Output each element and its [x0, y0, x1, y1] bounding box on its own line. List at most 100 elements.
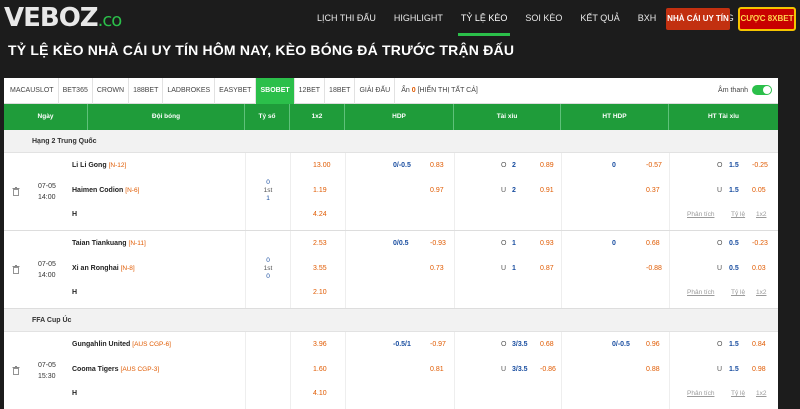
odds-1x2[interactable]: 4.10	[313, 390, 327, 397]
odds-1x2[interactable]: 4.24	[313, 211, 327, 218]
ht-hdp-odds-away[interactable]: -0.88	[646, 265, 662, 272]
hdp-odds-away[interactable]: 0.97	[430, 187, 444, 194]
over-odds[interactable]: 0.68	[540, 341, 554, 348]
under-line: 1	[512, 265, 516, 272]
under-odds[interactable]: 0.91	[540, 187, 554, 194]
ht-under-odds[interactable]: 0.05	[752, 187, 766, 194]
rate-link[interactable]: Tỷ lệ	[731, 289, 745, 296]
over-line: 2	[512, 162, 516, 169]
live-score: 0 1st 1	[262, 179, 274, 203]
ht-hdp-odds-home[interactable]: 0.96	[646, 341, 660, 348]
ht-under-label: U	[717, 265, 723, 272]
rate-link[interactable]: Tỷ lệ	[731, 390, 745, 397]
over-label: O	[501, 240, 507, 247]
hdp-odds-home[interactable]: 0.83	[430, 162, 444, 169]
match-row: 07-05 14:00 Li Li Gong [N-12] Haimen Codion…	[4, 153, 778, 231]
home-team-rank: [N-12]	[108, 162, 127, 169]
match-time: 14:00	[38, 272, 56, 279]
over-line: 3/3.5	[512, 341, 528, 348]
under-odds[interactable]: 0.87	[540, 265, 554, 272]
rate-link[interactable]: Tỷ lệ	[731, 211, 745, 218]
x12-link[interactable]: 1x2	[756, 289, 766, 296]
ht-under-odds[interactable]: 0.98	[752, 366, 766, 373]
bookmaker-tab-3[interactable]: 188BET	[129, 78, 164, 104]
analysis-link[interactable]: Phân tích	[687, 211, 714, 218]
analysis-link[interactable]: Phân tích	[687, 390, 714, 397]
analysis-link[interactable]: Phân tích	[687, 289, 714, 296]
under-odds[interactable]: -0.86	[540, 366, 556, 373]
nav-item-2[interactable]: TỶ LỆ KÈO	[452, 0, 517, 36]
odds-1x2[interactable]: 2.53	[313, 240, 327, 247]
odds-1x2[interactable]: 13.00	[313, 162, 331, 169]
hdp-odds-home[interactable]: -0.93	[430, 240, 446, 247]
trash-icon[interactable]	[12, 187, 20, 196]
column-divider	[669, 231, 670, 308]
x12-link[interactable]: 1x2	[756, 211, 766, 218]
ht-hdp-odds-away[interactable]: 0.88	[646, 366, 660, 373]
ht-over-odds[interactable]: -0.23	[752, 240, 768, 247]
ht-over-line: 1.5	[729, 341, 739, 348]
odds-1x2[interactable]: 3.55	[313, 265, 327, 272]
top-navbar: VEBOZ.co LỊCH THI ĐẤU HIGHLIGHT TỶ LỆ KÈO S…	[0, 0, 800, 36]
ht-hdp-line: 0/-0.5	[612, 341, 630, 348]
hdp-line: 0/0.5	[393, 240, 409, 247]
odds-1x2[interactable]: 1.19	[313, 187, 327, 194]
league-header: Hạng 2 Trung Quốc	[4, 130, 778, 153]
ht-over-odds[interactable]: -0.25	[752, 162, 768, 169]
nav-item-4[interactable]: KẾT QUẢ	[571, 0, 628, 36]
odds-1x2[interactable]: 1.60	[313, 366, 327, 373]
sound-setting: Âm thanh	[718, 85, 772, 95]
over-odds[interactable]: 0.93	[540, 240, 554, 247]
show-all-link[interactable]: [HIỂN THỊ TẤT CẢ]	[418, 87, 478, 94]
odds-1x2[interactable]: 3.96	[313, 341, 327, 348]
trash-icon[interactable]	[12, 366, 20, 375]
hdp-odds-away[interactable]: 0.81	[430, 366, 444, 373]
trash-icon[interactable]	[12, 265, 20, 274]
header-ht-hdp: HT HDP	[561, 104, 669, 130]
bookmaker-tab-1[interactable]: BET365	[59, 78, 93, 104]
nav-item-3[interactable]: SOI KÈO	[516, 0, 571, 36]
bookmaker-tab-5[interactable]: EASYBET	[215, 78, 257, 104]
nav-item-0[interactable]: LỊCH THI ĐẤU	[308, 0, 385, 36]
over-odds[interactable]: 0.89	[540, 162, 554, 169]
home-team[interactable]: Taian Tiankuang [N-11]	[72, 240, 146, 247]
bookmaker-tab-6[interactable]: SBOBET	[256, 78, 295, 104]
hdp-odds-home[interactable]: -0.97	[430, 341, 446, 348]
ht-hdp-odds-home[interactable]: -0.57	[646, 162, 662, 169]
nav-item-1[interactable]: HIGHLIGHT	[385, 0, 452, 36]
nav-item-5[interactable]: BXH	[629, 0, 666, 36]
header-over-under: Tài xỉu	[454, 104, 561, 130]
bookmaker-tab-2[interactable]: CROWN	[93, 78, 130, 104]
ht-over-odds[interactable]: 0.84	[752, 341, 766, 348]
sound-toggle[interactable]	[752, 85, 772, 95]
ht-hdp-odds-home[interactable]: 0.68	[646, 240, 660, 247]
match-date: 07-05	[38, 362, 56, 369]
draw-label: H	[72, 289, 78, 296]
home-team[interactable]: Gungahlin United [AUS CGP-6]	[72, 341, 171, 348]
x12-link[interactable]: 1x2	[756, 390, 766, 397]
score-part: 1	[266, 195, 270, 202]
bookmaker-tab-7[interactable]: 12BET	[295, 78, 326, 104]
away-team[interactable]: Haimen Codion [N-6]	[72, 187, 139, 194]
sound-label: Âm thanh	[718, 86, 748, 94]
column-divider	[561, 231, 562, 308]
odds-table-header: Ngày Đội bóng Tỷ số 1x2 HDP Tài xỉu HT H…	[4, 104, 778, 130]
trusted-bookmaker-button[interactable]: NHÀ CÁI UY TÍN	[666, 8, 730, 30]
bookmaker-tab-4[interactable]: LADBROKES	[163, 78, 216, 104]
bet-8xbet-button[interactable]: CƯỢC 8XBET	[738, 7, 796, 31]
site-logo[interactable]: VEBOZ.co	[4, 4, 122, 35]
home-team[interactable]: Li Li Gong [N-12]	[72, 162, 126, 169]
hdp-odds-away[interactable]: 0.73	[430, 265, 444, 272]
column-divider	[345, 153, 346, 230]
bookmaker-tab-0[interactable]: MACAUSLOT	[6, 78, 59, 104]
live-score: 0 1st 0	[262, 257, 274, 281]
odds-1x2[interactable]: 2.10	[313, 289, 327, 296]
bookmaker-tab-8[interactable]: 18BET	[325, 78, 356, 104]
ht-hdp-odds-away[interactable]: 0.37	[646, 187, 660, 194]
match-row: 07-05 15:30 Gungahlin United [AUS CGP-6] Co…	[4, 332, 778, 409]
column-divider	[290, 332, 291, 409]
away-team[interactable]: Cooma Tigers [AUS CGP-3]	[72, 366, 159, 373]
ht-under-odds[interactable]: 0.03	[752, 265, 766, 272]
away-team[interactable]: Xi an Ronghai [N-8]	[72, 265, 135, 272]
bookmaker-tab-9[interactable]: GIẢI ĐẤU	[355, 78, 396, 104]
